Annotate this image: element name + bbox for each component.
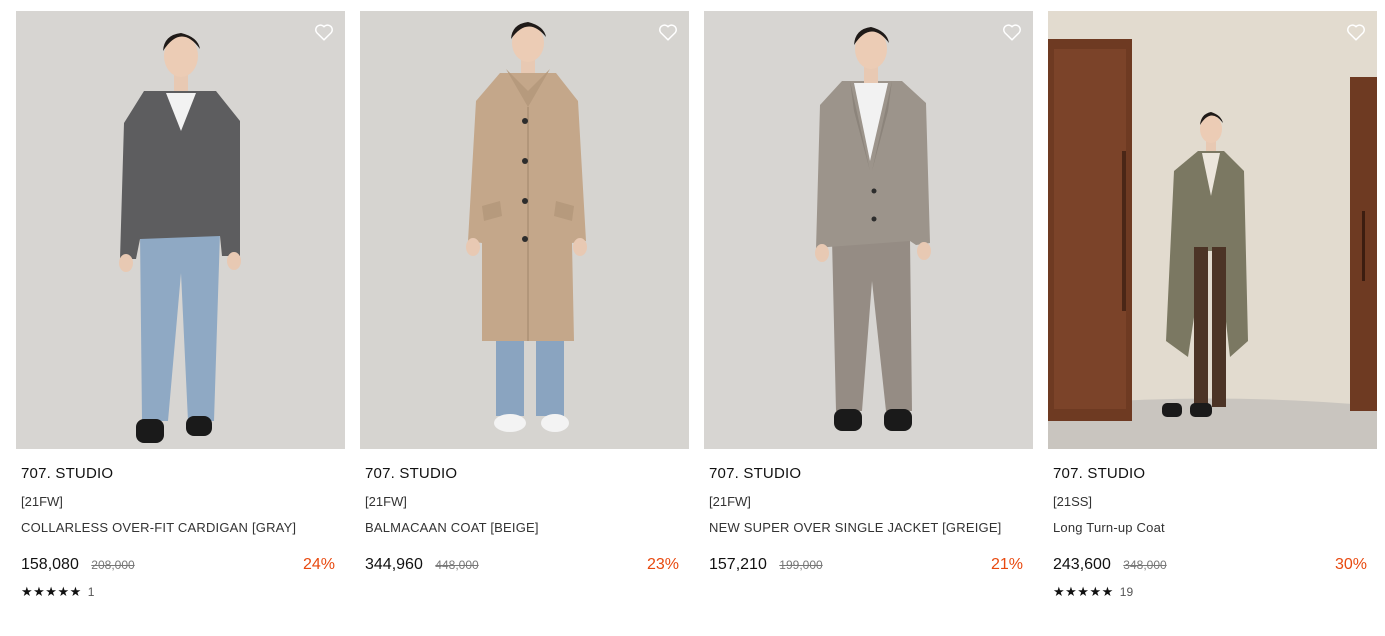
product-info: 707. STUDIO [21FW] NEW SUPER OVER SINGLE… bbox=[704, 465, 1033, 578]
original-price: 199,000 bbox=[779, 558, 823, 572]
wishlist-button[interactable] bbox=[657, 21, 679, 43]
rating: ★★★★★ 1 bbox=[21, 584, 340, 600]
season-tag: [21FW] bbox=[21, 494, 63, 509]
product-image[interactable] bbox=[704, 11, 1033, 449]
product-photo bbox=[16, 11, 345, 449]
brand-name[interactable]: 707. STUDIO bbox=[1053, 465, 1372, 483]
heart-outline-icon bbox=[659, 24, 677, 41]
discount-rate: 21% bbox=[990, 556, 1023, 573]
product-name[interactable]: COLLARLESS OVER-FIT CARDIGAN [GRAY] bbox=[21, 520, 340, 536]
review-count: 19 bbox=[1119, 585, 1134, 599]
sale-price: 243,600 bbox=[1053, 556, 1111, 573]
wishlist-button[interactable] bbox=[1345, 21, 1367, 43]
season-tag: [21FW] bbox=[365, 494, 407, 509]
product-info: 707. STUDIO [21FW] BALMACAAN COAT [BEIGE… bbox=[360, 465, 689, 578]
product-image[interactable] bbox=[1048, 11, 1377, 449]
brand-name[interactable]: 707. STUDIO bbox=[21, 465, 340, 483]
price-row: 243,600 348,000 30% bbox=[1053, 556, 1372, 578]
product-name[interactable]: Long Turn-up Coat bbox=[1053, 520, 1372, 536]
original-price: 348,000 bbox=[1123, 558, 1167, 572]
product-card[interactable]: 707. STUDIO [21FW] BALMACAAN COAT [BEIGE… bbox=[360, 11, 689, 578]
original-price: 208,000 bbox=[91, 558, 135, 572]
star-rating-icon: ★★★★★ bbox=[21, 584, 82, 599]
product-image[interactable] bbox=[16, 11, 345, 449]
product-name[interactable]: NEW SUPER OVER SINGLE JACKET [GREIGE] bbox=[709, 520, 1028, 536]
product-image[interactable] bbox=[360, 11, 689, 449]
brand-name[interactable]: 707. STUDIO bbox=[709, 465, 1028, 483]
brand-name[interactable]: 707. STUDIO bbox=[365, 465, 684, 483]
sale-price: 344,960 bbox=[365, 556, 423, 573]
discount-rate: 30% bbox=[1334, 556, 1367, 573]
heart-outline-icon bbox=[1003, 24, 1021, 41]
sale-price: 157,210 bbox=[709, 556, 767, 573]
discount-rate: 23% bbox=[646, 556, 679, 573]
heart-outline-icon bbox=[315, 24, 333, 41]
wishlist-button[interactable] bbox=[1001, 21, 1023, 43]
product-photo bbox=[704, 11, 1033, 449]
product-photo bbox=[360, 11, 689, 449]
product-info: 707. STUDIO [21FW] COLLARLESS OVER-FIT C… bbox=[16, 465, 345, 600]
price-row: 158,080 208,000 24% bbox=[21, 556, 340, 578]
season-tag: [21SS] bbox=[1053, 494, 1093, 509]
star-rating-icon: ★★★★★ bbox=[1053, 584, 1114, 599]
price-row: 344,960 448,000 23% bbox=[365, 556, 684, 578]
rating: ★★★★★ 19 bbox=[1053, 584, 1372, 600]
heart-outline-icon bbox=[1347, 24, 1365, 41]
review-count: 1 bbox=[87, 585, 95, 599]
product-name[interactable]: BALMACAAN COAT [BEIGE] bbox=[365, 520, 684, 536]
season-tag: [21FW] bbox=[709, 494, 751, 509]
discount-rate: 24% bbox=[302, 556, 335, 573]
product-card[interactable]: 707. STUDIO [21FW] COLLARLESS OVER-FIT C… bbox=[16, 11, 345, 600]
original-price: 448,000 bbox=[435, 558, 479, 572]
product-grid: 707. STUDIO [21FW] COLLARLESS OVER-FIT C… bbox=[0, 0, 1385, 636]
price-row: 157,210 199,000 21% bbox=[709, 556, 1028, 578]
product-photo bbox=[1048, 11, 1377, 449]
product-card[interactable]: 707. STUDIO [21FW] NEW SUPER OVER SINGLE… bbox=[704, 11, 1033, 578]
wishlist-button[interactable] bbox=[313, 21, 335, 43]
product-card[interactable]: 707. STUDIO [21SS] Long Turn-up Coat 243… bbox=[1048, 11, 1377, 600]
product-info: 707. STUDIO [21SS] Long Turn-up Coat 243… bbox=[1048, 465, 1377, 600]
sale-price: 158,080 bbox=[21, 556, 79, 573]
